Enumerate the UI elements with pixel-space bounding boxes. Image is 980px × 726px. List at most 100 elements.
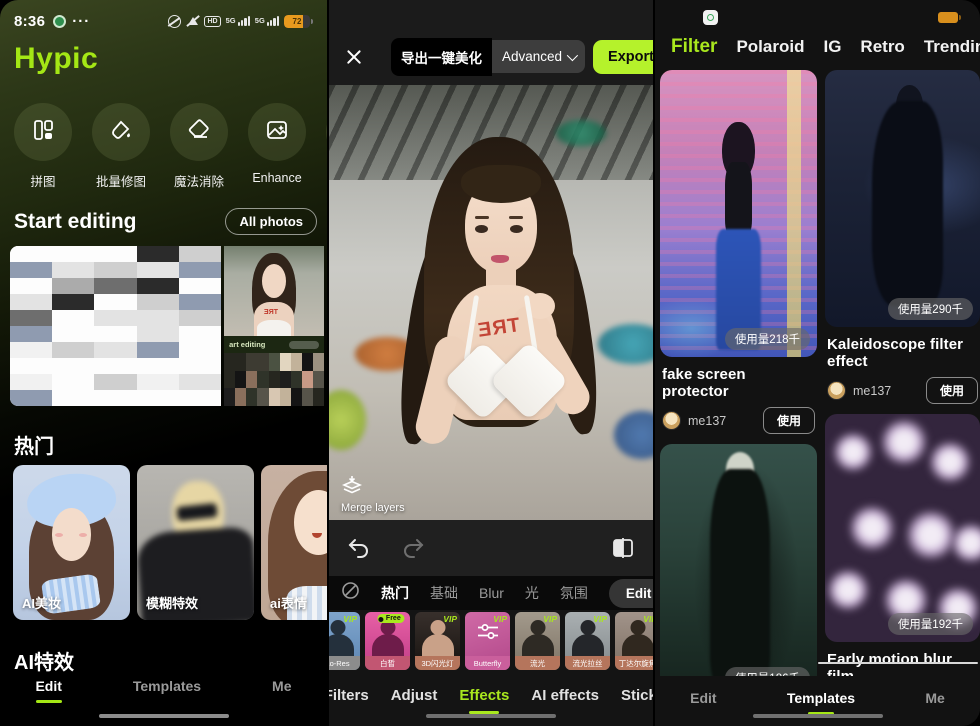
category-hot[interactable]: 热门 (381, 583, 409, 603)
tab-polaroid[interactable]: Polaroid (736, 37, 804, 57)
undo-icon[interactable] (347, 537, 371, 559)
all-photos-button[interactable]: All photos (225, 208, 317, 235)
template-card-early-motion-blur[interactable]: 使用量192千 Early motion blur film June 使用 (825, 414, 980, 676)
photo-subject: TRE (329, 85, 653, 520)
template-preview[interactable]: 使用量218千 (660, 70, 817, 357)
template-card-fake-screen-protector[interactable]: 使用量218千 fake screen protector me137 使用 (660, 70, 817, 434)
recent-photos-strip[interactable]: TRE art editing (10, 246, 327, 406)
effect-category-row: 热门 基础 Blur 光 氛围 Edit (329, 576, 653, 610)
hot-card-ai-makeup[interactable]: AI美妆 (13, 465, 130, 620)
hot-card-ai-expression[interactable]: ai表情 (261, 465, 327, 620)
nav-ai-effects[interactable]: AI effects (531, 687, 599, 704)
battery-nub (311, 19, 313, 24)
beautify-toggle[interactable]: 导出一键美化 (391, 38, 492, 76)
tab-edit[interactable]: Edit (35, 674, 61, 694)
templates-screen: Filter Polaroid IG Retro Trending Wallp … (655, 0, 980, 726)
effect-tyndall[interactable]: VIP 丁达尔旋焦 (615, 612, 653, 670)
hd-icon: HD (204, 16, 220, 27)
merge-layers-icon (341, 475, 363, 500)
eraser-icon (186, 117, 212, 148)
tab-edit[interactable]: Edit (690, 686, 716, 706)
hot-card-blur-effect[interactable]: 模糊特效 (137, 465, 254, 620)
tab-me[interactable]: Me (925, 686, 944, 706)
album-label: art editing (229, 340, 265, 349)
signal-icon-1: 5G (226, 16, 250, 26)
photo-thumb-portrait[interactable]: TRE art editing (224, 246, 324, 406)
nav-filters[interactable]: Filters (327, 687, 369, 704)
author-name[interactable]: me137 (688, 414, 726, 428)
avatar[interactable] (662, 411, 681, 430)
portrait-thumbnail[interactable]: TRE (224, 246, 324, 336)
template-preview[interactable]: 使用量290千 (825, 70, 980, 327)
effect-thumbnails-row: VIP Lo-Res Free 白皙 VIP 3D闪光灯 VIP Butterf… (327, 612, 653, 670)
advanced-dropdown[interactable]: Advanced (492, 40, 585, 73)
category-blur[interactable]: Blur (479, 585, 504, 601)
use-button[interactable]: 使用 (926, 377, 978, 404)
author-name[interactable]: me137 (853, 384, 891, 398)
status-app-icon (703, 10, 718, 25)
clock: 8:36 (14, 13, 45, 30)
template-title: Kaleidoscope filter effect (827, 336, 978, 370)
tool-collage[interactable]: 拼图 (14, 103, 72, 190)
recording-icon (53, 15, 66, 28)
tab-retro[interactable]: Retro (860, 37, 904, 57)
none-effect-icon[interactable] (341, 581, 360, 605)
usage-badge: 使用量218千 (725, 328, 810, 350)
tab-me[interactable]: Me (272, 674, 291, 694)
signal-icon-2: 5G (255, 16, 279, 26)
effect-lo-res[interactable]: VIP Lo-Res (327, 612, 360, 670)
category-ambience[interactable]: 氛围 (560, 583, 588, 603)
merge-layers-button[interactable]: Merge layers (341, 475, 405, 514)
export-button[interactable]: Export (593, 40, 655, 74)
home-indicator[interactable] (753, 714, 883, 718)
nav-adjust[interactable]: Adjust (391, 687, 438, 704)
template-card-blue-light-coating[interactable]: 使用量186千 blue light coating / effect (660, 444, 817, 676)
redo-icon[interactable] (401, 537, 425, 559)
mute-icon (186, 15, 199, 28)
editing-canvas[interactable]: TRE Merge layers (329, 85, 653, 520)
tab-templates[interactable]: Templates (133, 674, 201, 694)
template-card-kaleidoscope[interactable]: 使用量290千 Kaleidoscope filter effect me137… (825, 70, 980, 404)
divider-line (818, 662, 978, 664)
template-title: fake screen protector (662, 366, 815, 400)
album-row[interactable]: art editing (224, 336, 324, 353)
template-preview[interactable]: 使用量192千 (825, 414, 980, 642)
home-indicator[interactable] (99, 714, 229, 718)
usage-badge: 使用量290千 (888, 298, 973, 320)
effect-whitening[interactable]: Free 白皙 (365, 612, 410, 670)
start-editing-title: Start editing (14, 210, 137, 234)
nav-stickers[interactable]: Stickers (621, 687, 655, 704)
home-screen: 8:36 ··· HD 5G 5G 72 Hypic 拼图 批量修图 (0, 0, 327, 726)
effect-light-streak[interactable]: VIP 流光拉丝 (565, 612, 610, 670)
editor-screen: 导出一键美化 Advanced Export (327, 0, 655, 726)
quick-tools: 拼图 批量修图 魔法消除 Enhance A (14, 103, 327, 190)
effect-flow-light[interactable]: VIP 流光 (515, 612, 560, 670)
undo-redo-bar (329, 520, 653, 576)
hypic-logo: Hypic (14, 42, 98, 76)
effect-butterfly-selected[interactable]: VIP Butterfly (465, 612, 510, 670)
edit-effect-button[interactable]: Edit (609, 579, 655, 608)
template-preview[interactable]: 使用量186千 (660, 444, 817, 676)
tab-filter[interactable]: Filter (671, 36, 717, 58)
editor-bottom-nav: t Filters Adjust Effects AI effects Stic… (329, 687, 653, 704)
nav-effects[interactable]: Effects (459, 687, 509, 704)
photo-thumb-document[interactable] (10, 246, 221, 406)
battery-icon: 72 (284, 15, 310, 28)
use-button[interactable]: 使用 (763, 407, 815, 434)
tab-templates[interactable]: Templates (787, 686, 855, 706)
category-light[interactable]: 光 (525, 583, 539, 603)
album-count-pill (289, 341, 319, 349)
close-icon[interactable] (343, 46, 365, 68)
tool-enhance[interactable]: Enhance (248, 103, 306, 190)
effect-3d-flash[interactable]: VIP 3D闪光灯 (415, 612, 460, 670)
category-basic[interactable]: 基础 (430, 583, 458, 603)
compare-icon[interactable] (611, 537, 635, 559)
home-indicator[interactable] (426, 714, 556, 718)
notification-dots-icon: ··· (72, 13, 90, 30)
avatar[interactable] (827, 381, 846, 400)
tool-batch-edit[interactable]: 批量修图 (92, 103, 150, 190)
tool-magic-eraser[interactable]: 魔法消除 (170, 103, 228, 190)
tab-trending[interactable]: Trending (924, 37, 980, 57)
data-saver-icon (168, 15, 181, 28)
tab-ig[interactable]: IG (823, 37, 841, 57)
